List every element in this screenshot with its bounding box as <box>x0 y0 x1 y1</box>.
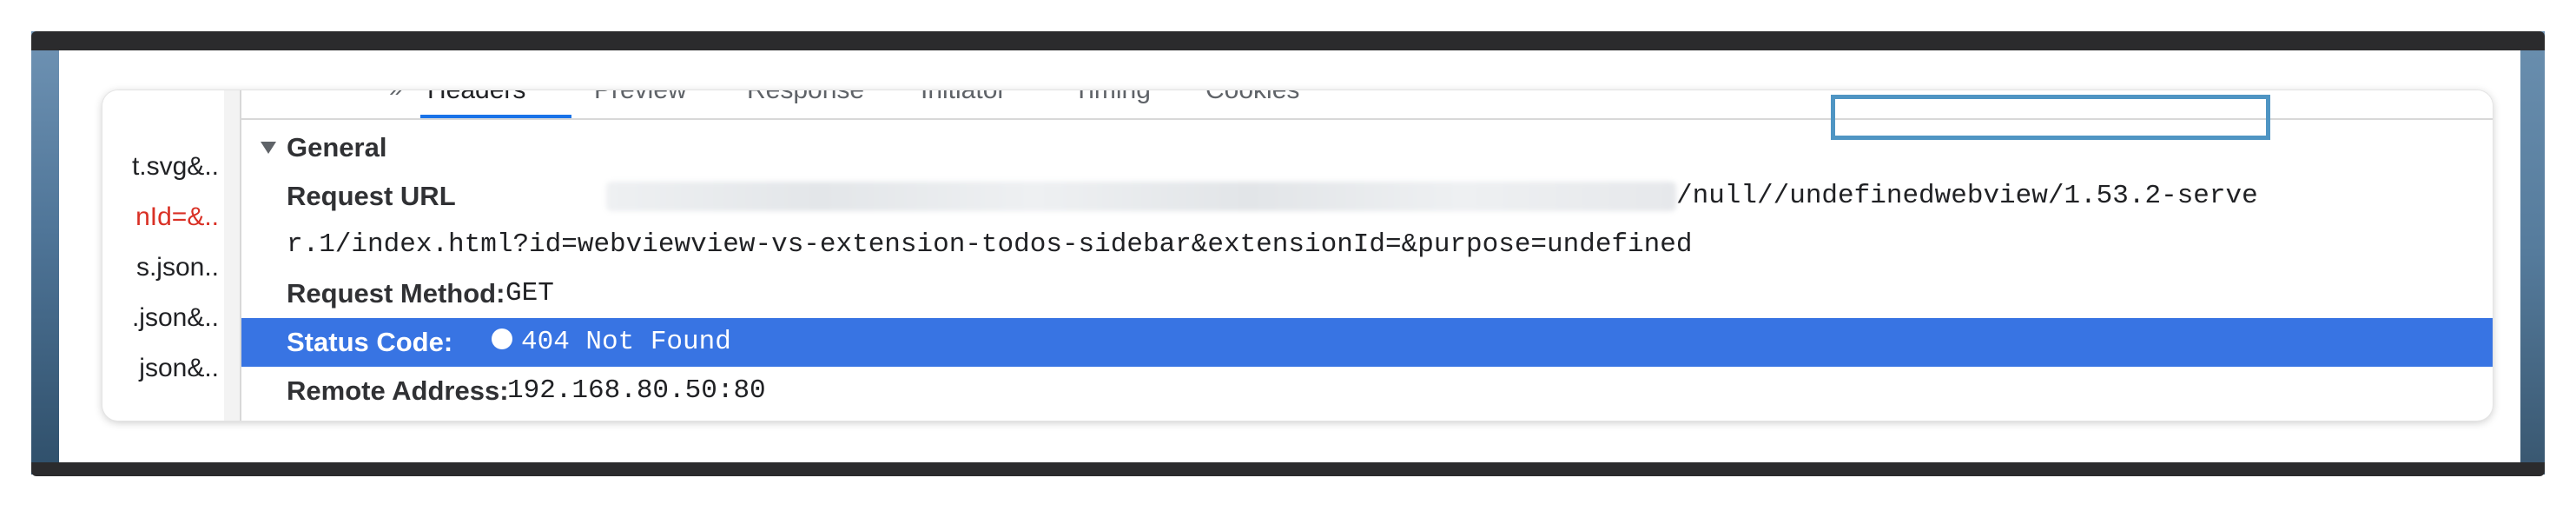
blurred-url-host <box>606 182 1676 211</box>
tab-headers[interactable]: Headers <box>427 90 525 108</box>
request-list-item[interactable]: .json&.. <box>102 294 224 342</box>
status-code-value: 404 Not Found <box>492 318 731 367</box>
request-method-label: Request Method: <box>287 278 505 309</box>
tab-cookies[interactable]: Cookies <box>1205 90 1299 108</box>
detail-tab-bar: » Headers Preview Response Initiator Tim… <box>241 90 2493 120</box>
request-list-item[interactable]: s.json.. <box>102 243 224 292</box>
tab-response[interactable]: Response <box>747 90 864 108</box>
devtools-network-panel: t.svg&.. nId=&.. s.json.. .json&.. json&… <box>102 90 2493 421</box>
request-url-value: /null//undefinedwebview/1.53.2-serve <box>1676 181 2258 211</box>
request-list-item[interactable]: t.svg&.. <box>102 143 224 191</box>
tab-initiator[interactable]: Initiator <box>921 90 1006 108</box>
status-dot-icon <box>492 328 512 349</box>
desktop-background-right <box>2520 31 2545 474</box>
request-url-label: Request URL <box>287 181 456 211</box>
tab-preview[interactable]: Preview <box>594 90 687 108</box>
request-list: t.svg&.. nId=&.. s.json.. .json&.. json&… <box>102 90 226 421</box>
request-list-item[interactable]: json&.. <box>102 344 224 393</box>
request-method-row: Request Method: GET <box>241 269 2493 318</box>
request-url-row-continued: r.1/index.html?id=webviewview-vs-extensi… <box>241 221 2493 269</box>
request-method-value: GET <box>505 278 554 309</box>
status-code-row[interactable]: Status Code: 404 Not Found <box>241 318 2493 367</box>
collapse-triangle-icon <box>261 141 276 154</box>
remote-address-label: Remote Address: <box>287 375 509 406</box>
general-section-header[interactable]: General <box>241 125 386 170</box>
window-frame-bottom <box>31 462 2545 476</box>
window-frame-top <box>31 31 2545 50</box>
desktop-background-left <box>31 31 61 474</box>
remote-address-value: 192.168.80.50:80 <box>507 375 766 406</box>
status-code-label: Status Code: <box>287 327 453 357</box>
request-url-row: Request URL /null//undefinedwebview/1.53… <box>241 172 2493 221</box>
panel-resize-handle[interactable] <box>224 90 241 421</box>
remote-address-row: Remote Address: 192.168.80.50:80 <box>241 367 2493 415</box>
request-list-item-error[interactable]: nId=&.. <box>102 193 224 242</box>
request-url-value-continued: r.1/index.html?id=webviewview-vs-extensi… <box>287 229 1693 260</box>
tab-timing[interactable]: Timing <box>1073 90 1151 108</box>
tabs-overflow-icon[interactable]: » <box>389 90 403 103</box>
active-tab-indicator <box>420 115 571 118</box>
